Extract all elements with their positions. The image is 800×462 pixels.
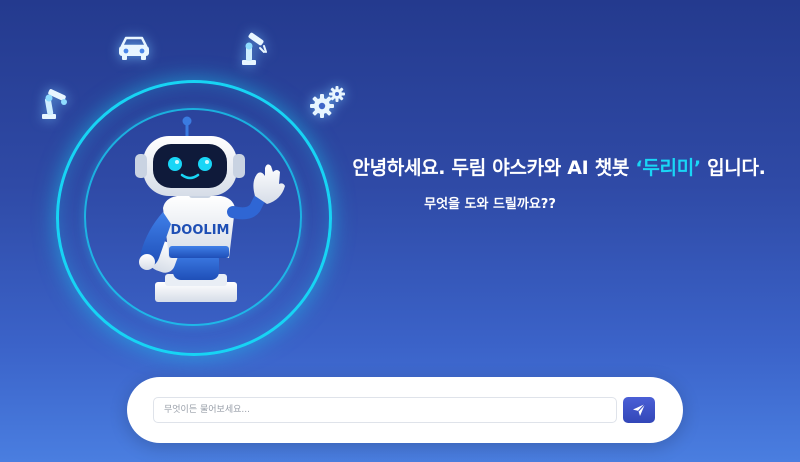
car-icon	[116, 34, 152, 62]
send-button[interactable]	[623, 397, 655, 423]
mascot-chest-text: DOOLIM	[171, 223, 230, 238]
greeting-suffix: 입니다.	[700, 157, 766, 179]
mascot-robot: DOOLIM	[115, 112, 295, 317]
gears-icon	[308, 84, 348, 120]
bot-name: ‘두리미’	[635, 157, 701, 179]
greeting-prefix: 안녕하세요. 두림 야스카와 AI 챗봇	[352, 157, 636, 179]
chat-input[interactable]	[153, 397, 617, 423]
robot-arm-left-icon	[38, 84, 72, 122]
greeting-subtitle: 무엇을 도와 드릴까요??	[424, 197, 556, 212]
greeting-title: 안녕하세요. 두림 야스카와 AI 챗봇 ‘두리미’ 입니다.	[330, 153, 788, 180]
paper-plane-icon	[633, 403, 646, 416]
robot-arm-icon	[236, 30, 270, 68]
chat-input-bar	[127, 377, 683, 443]
